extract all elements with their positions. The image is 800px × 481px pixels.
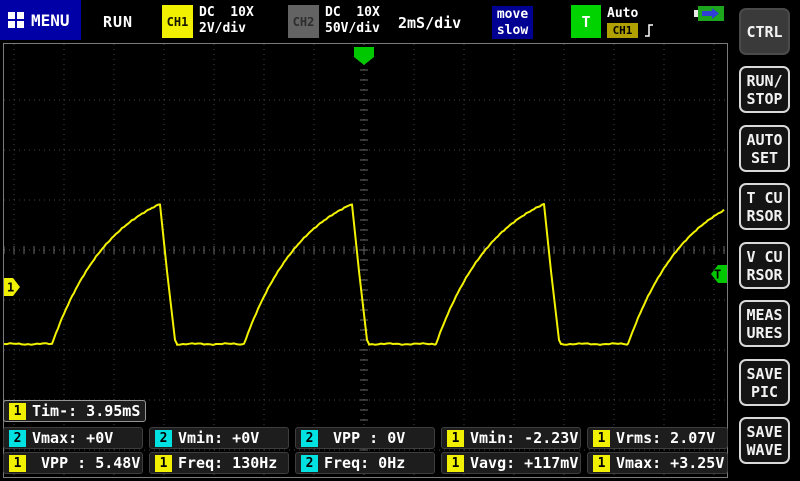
trigger-level-marker[interactable]: T: [711, 265, 727, 283]
readout-text: Vavg: +117mV: [470, 454, 579, 472]
battery-charging-icon: [694, 6, 724, 21]
auto-set-button[interactable]: AUTO SET: [739, 125, 790, 172]
ch-number-badge: 1: [593, 454, 610, 472]
ch-number-badge: 1: [9, 402, 26, 420]
readout-text: VPP : 0V: [324, 429, 406, 447]
readout-text: Freq: 0Hz: [324, 454, 406, 472]
readout-text: Vmin: -2.23V: [470, 429, 579, 447]
ch-number-badge: 1: [9, 454, 26, 472]
readout-text: Vrms: 2.07V: [616, 429, 716, 447]
menu-grid-icon: [8, 12, 24, 28]
readout-text: Freq: 130Hz: [178, 454, 278, 472]
readout-text: Tim-: 3.95mS: [32, 402, 141, 420]
readout-text: Vmax: +0V: [32, 429, 114, 447]
ch2-badge[interactable]: CH2: [288, 5, 319, 38]
ch1-settings: DC 10X 2V/div: [199, 5, 254, 36]
meas-ch2-vpp: 2 VPP : 0V: [295, 427, 435, 449]
menu-button[interactable]: MENU: [0, 0, 81, 40]
trigger-badge[interactable]: T: [571, 5, 601, 38]
ch1-level-marker[interactable]: 1: [4, 278, 20, 296]
save-pic-button[interactable]: SAVE PIC: [739, 359, 790, 406]
ch-number-badge: 2: [9, 429, 26, 447]
meas-ch1-vrms: 1 Vrms: 2.07V: [587, 427, 728, 449]
top-status-bar: MENU RUN CH1 DC 10X 2V/div CH2 DC 10X 50…: [0, 0, 800, 43]
ch-number-badge: 1: [447, 454, 464, 472]
meas-ch1-freq: 1 Freq: 130Hz: [149, 452, 289, 474]
v-cursor-button[interactable]: V CU RSOR: [739, 242, 790, 289]
ch1-marker-label: 1: [7, 281, 14, 295]
acquisition-status: RUN: [103, 13, 134, 31]
readout-text: VPP : 5.48V: [32, 454, 141, 472]
ctrl-button[interactable]: CTRL: [739, 8, 790, 55]
ch1-badge[interactable]: CH1: [162, 5, 193, 38]
meas-ch1-vmax: 1 Vmax: +3.25V: [587, 452, 728, 474]
time-cursor-readout: 1 Tim-: 3.95mS: [3, 400, 146, 422]
meas-ch2-freq: 2 Freq: 0Hz: [295, 452, 435, 474]
ch-number-badge: 1: [447, 429, 464, 447]
run-stop-button[interactable]: RUN/ STOP: [739, 66, 790, 113]
ch-number-badge: 1: [593, 429, 610, 447]
readout-text: Vmin: +0V: [178, 429, 260, 447]
trigger-position-marker[interactable]: [354, 47, 374, 65]
ch-number-badge: 2: [301, 454, 318, 472]
measures-button[interactable]: MEAS URES: [739, 300, 790, 347]
meas-ch1-vmin: 1 Vmin: -2.23V: [441, 427, 581, 449]
menu-label: MENU: [31, 10, 70, 30]
oscilloscope-ui: { "topbar": { "menu_label": "MENU", "acq…: [0, 0, 800, 480]
ch-number-badge: 2: [155, 429, 172, 447]
meas-ch1-vpp: 1 VPP : 5.48V: [3, 452, 143, 474]
meas-ch2-vmin: 2 Vmin: +0V: [149, 427, 289, 449]
meas-ch2-vmax: 2 Vmax: +0V: [3, 427, 143, 449]
ch-number-badge: 1: [155, 454, 172, 472]
t-cursor-button[interactable]: T CU RSOR: [739, 183, 790, 230]
move-speed-button[interactable]: move slow: [492, 6, 533, 39]
meas-ch1-vavg: 1 Vavg: +117mV: [441, 452, 581, 474]
save-wave-button[interactable]: SAVE WAVE: [739, 417, 790, 464]
ch2-settings: DC 10X 50V/div: [325, 5, 380, 36]
trigger-source-badge[interactable]: CH1: [607, 23, 638, 38]
ch-number-badge: 2: [301, 429, 318, 447]
timebase-label: 2mS/div: [398, 14, 462, 32]
trigger-marker-label: T: [714, 268, 721, 282]
rising-edge-icon: [645, 24, 653, 37]
trigger-mode-label: Auto: [607, 6, 639, 21]
readout-text: Vmax: +3.25V: [616, 454, 725, 472]
